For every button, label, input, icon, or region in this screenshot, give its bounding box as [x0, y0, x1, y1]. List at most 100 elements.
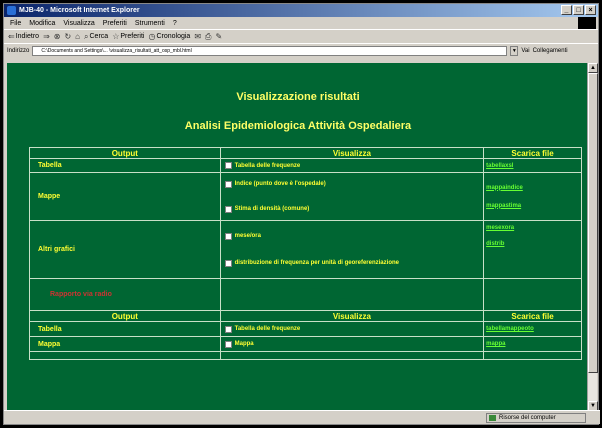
mail-icon: ✉: [194, 32, 202, 41]
cell-download: tabellaxsl: [483, 158, 582, 173]
checkbox[interactable]: [224, 232, 232, 240]
table-row: Mappe Indice (punto dove è l'ospedale) S…: [29, 172, 582, 221]
cell-options: Tabella delle frequenze: [219, 158, 485, 173]
forward-arrow-icon: ⇒: [43, 32, 50, 41]
back-button[interactable]: ⇐ Indietro: [8, 32, 39, 41]
edit-button[interactable]: ✎: [215, 32, 222, 41]
cell-options: Mappa: [219, 336, 485, 352]
cell-options: Indice (punto dove è l'ospedale) Stima d…: [219, 172, 485, 221]
checkbox[interactable]: [224, 180, 232, 188]
favorites-button[interactable]: ☆ Preferiti: [112, 32, 144, 41]
status-bar: Risorse del computer: [4, 410, 600, 424]
table-row: Mappa Mappa mappa: [29, 336, 582, 352]
edit-icon: ✎: [215, 32, 223, 41]
option-distribuzione[interactable]: distribuzione di frequenza per unità di …: [221, 257, 483, 270]
row-label-tabella-2: Tabella: [29, 321, 221, 337]
rapporto-link[interactable]: Rapporto via radio: [30, 291, 112, 298]
stop-button[interactable]: ⊗: [54, 32, 61, 41]
mail-button[interactable]: ✉: [194, 32, 201, 41]
header-visualizza-2: Visualizza: [219, 310, 485, 322]
address-dropdown-icon[interactable]: ▼: [510, 45, 519, 56]
results-table: Output Visualizza Scarica file Tabella T…: [29, 147, 582, 360]
print-button[interactable]: ⎙: [205, 32, 211, 42]
option-tabella-frequenze[interactable]: Tabella delle frequenze: [221, 159, 483, 172]
cell-download: mappaindice mappastima: [483, 172, 582, 221]
checkbox[interactable]: [224, 259, 232, 267]
option-tabella-frequenze-2[interactable]: Tabella delle frequenze: [221, 323, 483, 336]
cell-empty: [483, 278, 582, 311]
cell-download: mappa: [483, 336, 582, 352]
table-row: Tabella Tabella delle frequenze tabellax…: [29, 158, 582, 173]
download-link-tabella[interactable]: tabellaxsl: [484, 163, 581, 169]
option-mappa-stima[interactable]: Stima di densità (comune): [221, 203, 483, 216]
header-scarica: Scarica file: [483, 147, 582, 159]
option-mese-ora[interactable]: mese/ora: [221, 230, 483, 243]
title-bar: MJB-40 - Microsoft Internet Explorer _ □…: [4, 4, 598, 17]
table-header-row: Output Visualizza Scarica file: [29, 147, 582, 159]
table-header-row: Output Visualizza Scarica file: [29, 310, 582, 322]
table-row: Tabella Tabella delle frequenze tabellam…: [29, 321, 582, 337]
browser-window: MJB-40 - Microsoft Internet Explorer _ □…: [3, 3, 600, 425]
cell-options: Tabella delle frequenze: [219, 321, 485, 337]
row-label-altri-grafici: Altri grafici: [29, 220, 221, 279]
scroll-thumb[interactable]: [588, 73, 598, 373]
table-row: Altri grafici mese/ora distribuzione di …: [29, 220, 582, 279]
download-link-mesexora[interactable]: mesexora: [484, 225, 581, 231]
row-label-mappe: Mappe: [29, 172, 221, 221]
menu-tools[interactable]: Strumenti: [135, 20, 165, 27]
minimize-button[interactable]: _: [561, 5, 572, 15]
address-bar: Indirizzo C:\Documents and Settings\... …: [4, 43, 598, 57]
security-zone: Risorse del computer: [486, 413, 586, 423]
menu-favorites[interactable]: Preferiti: [103, 20, 127, 27]
header-output: Output: [29, 147, 221, 159]
cell-empty: [219, 278, 485, 311]
toolbar: ⇐ Indietro ⇒ ⊗ ↻ ⌂ ⌕ Cerca ☆ Preferiti ◷ Cro…: [4, 29, 598, 43]
table-row-empty: [29, 351, 582, 360]
history-icon: ◷: [148, 32, 156, 41]
address-input[interactable]: C:\Documents and Settings\... \visualizz…: [32, 45, 508, 56]
links-button[interactable]: Collegamenti: [533, 48, 568, 54]
cell-download: tabellamappeoto: [483, 321, 582, 337]
option-mappa-2[interactable]: Mappa: [221, 338, 483, 351]
menu-file[interactable]: File: [10, 20, 21, 27]
header-output-2: Output: [29, 310, 221, 322]
cell-download: mesexora distrib: [483, 220, 582, 279]
checkbox[interactable]: [224, 325, 232, 333]
close-button[interactable]: ×: [585, 5, 596, 15]
row-label-mappa-2: Mappa: [29, 336, 221, 352]
checkbox[interactable]: [224, 205, 232, 213]
search-button[interactable]: ⌕ Cerca: [84, 32, 108, 42]
download-link-mappastima[interactable]: mappastima: [484, 203, 581, 209]
address-label: Indirizzo: [7, 47, 30, 54]
header-scarica-2: Scarica file: [483, 310, 582, 322]
download-link-tabellamappe[interactable]: tabellamappeoto: [484, 326, 581, 332]
checkbox[interactable]: [224, 162, 232, 169]
menu-help[interactable]: ?: [173, 20, 177, 27]
download-link-distrib[interactable]: distrib: [484, 241, 581, 247]
header-visualizza: Visualizza: [219, 147, 485, 159]
go-button[interactable]: Vai: [521, 48, 529, 54]
download-link-mappaindice[interactable]: mappaindice: [484, 185, 581, 191]
print-icon: ⎙: [205, 31, 212, 41]
ie-logo-icon: [7, 6, 16, 15]
checkbox[interactable]: [224, 340, 232, 348]
vertical-scrollbar[interactable]: ▲ ▼: [587, 63, 598, 411]
page-title: Visualizzazione risultati: [236, 91, 360, 103]
refresh-button[interactable]: ↻: [64, 32, 71, 41]
search-icon: ⌕: [84, 31, 89, 41]
cell-options: mese/ora distribuzione di frequenza per …: [219, 220, 485, 279]
scroll-up-icon[interactable]: ▲: [588, 63, 598, 73]
maximize-button[interactable]: □: [573, 5, 584, 15]
forward-button[interactable]: ⇒: [43, 32, 50, 41]
page-subtitle: Analisi Epidemiologica Attività Ospedali…: [184, 120, 412, 132]
option-mappa-indice[interactable]: Indice (punto dove è l'ospedale): [221, 178, 483, 191]
cell-red-link: Rapporto via radio: [29, 278, 221, 311]
menu-edit[interactable]: Modifica: [29, 20, 55, 27]
menu-view[interactable]: Visualizza: [63, 20, 94, 27]
page-content: Visualizzazione risultati Analisi Epidem…: [7, 63, 589, 411]
windows-logo-icon: [578, 17, 596, 29]
home-button[interactable]: ⌂: [75, 32, 80, 41]
download-link-mappa[interactable]: mappa: [484, 341, 581, 347]
star-icon: ☆: [112, 32, 120, 41]
history-button[interactable]: ◷ Cronologia: [148, 32, 190, 41]
